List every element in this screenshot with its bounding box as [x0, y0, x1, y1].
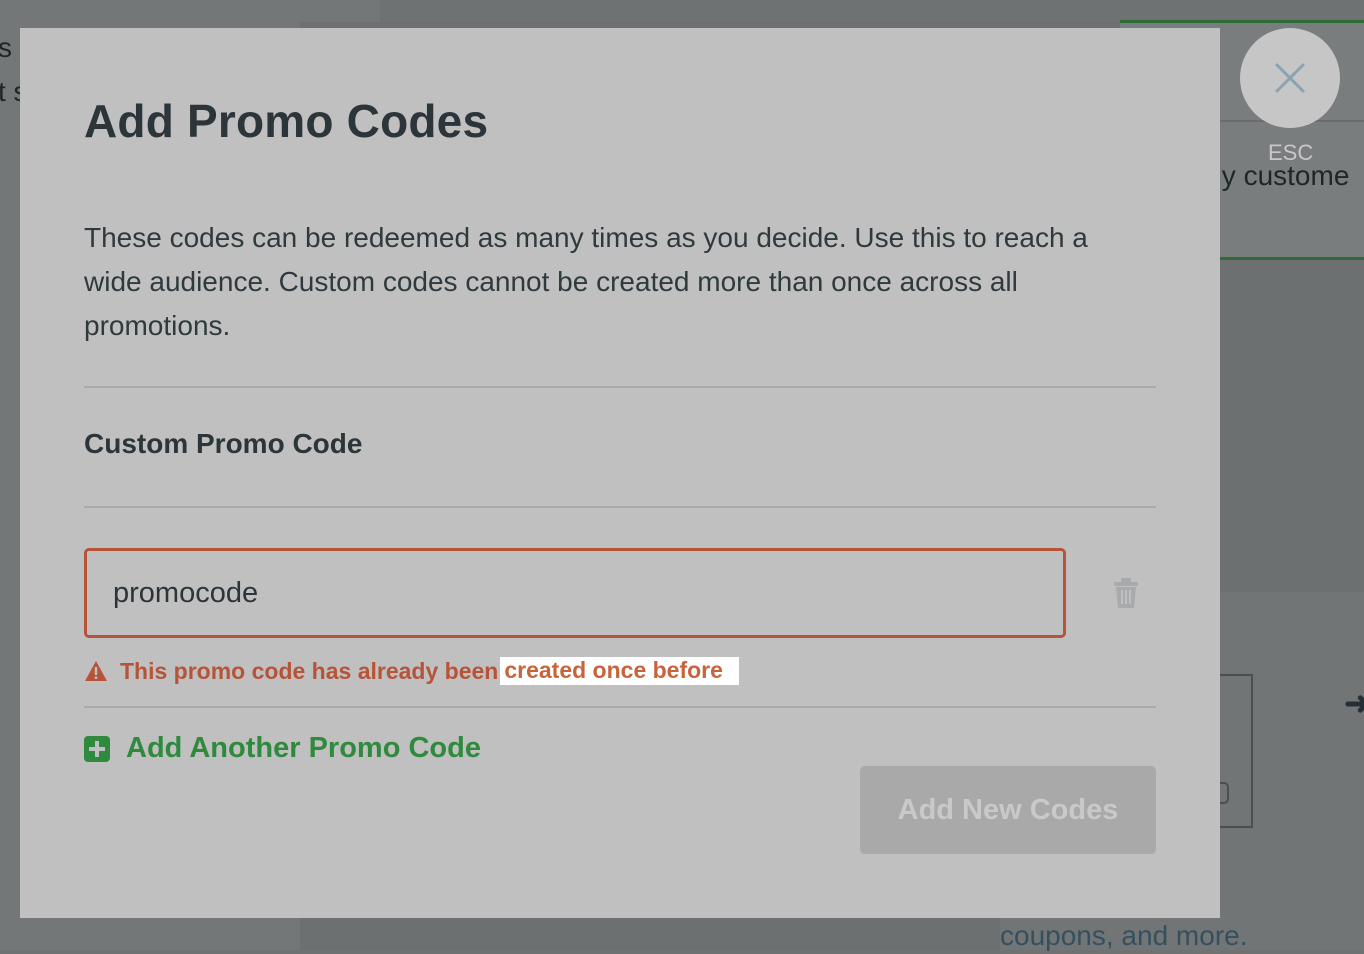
error-text-highlighted: created once before: [500, 657, 739, 685]
close-icon: [1275, 63, 1305, 93]
add-promo-codes-modal: Add Promo Codes These codes can be redee…: [20, 28, 1220, 918]
error-message: This promo code has already been created…: [84, 656, 739, 686]
divider: [84, 506, 1156, 508]
modal-description: These codes can be redeemed as many time…: [84, 222, 1088, 341]
promo-code-input[interactable]: [84, 548, 1066, 638]
delete-code-button[interactable]: [1112, 577, 1140, 609]
add-another-code-button[interactable]: Add Another Promo Code: [84, 732, 481, 765]
arrow-right-icon: ➜: [1344, 685, 1364, 721]
trash-icon: [1114, 578, 1138, 608]
divider: [84, 706, 1156, 708]
section-heading: Custom Promo Code: [84, 428, 363, 459]
add-another-code-label: Add Another Promo Code: [126, 732, 481, 764]
divider: [84, 386, 1156, 388]
error-text: This promo code has already been: [120, 657, 499, 684]
add-new-codes-button[interactable]: Add New Codes: [860, 766, 1156, 854]
modal-title: Add Promo Codes: [84, 95, 489, 147]
plus-square-icon: [84, 735, 110, 762]
close-modal-button[interactable]: [1240, 28, 1340, 128]
warning-icon: [85, 661, 107, 681]
esc-hint: ESC: [1268, 140, 1314, 165]
